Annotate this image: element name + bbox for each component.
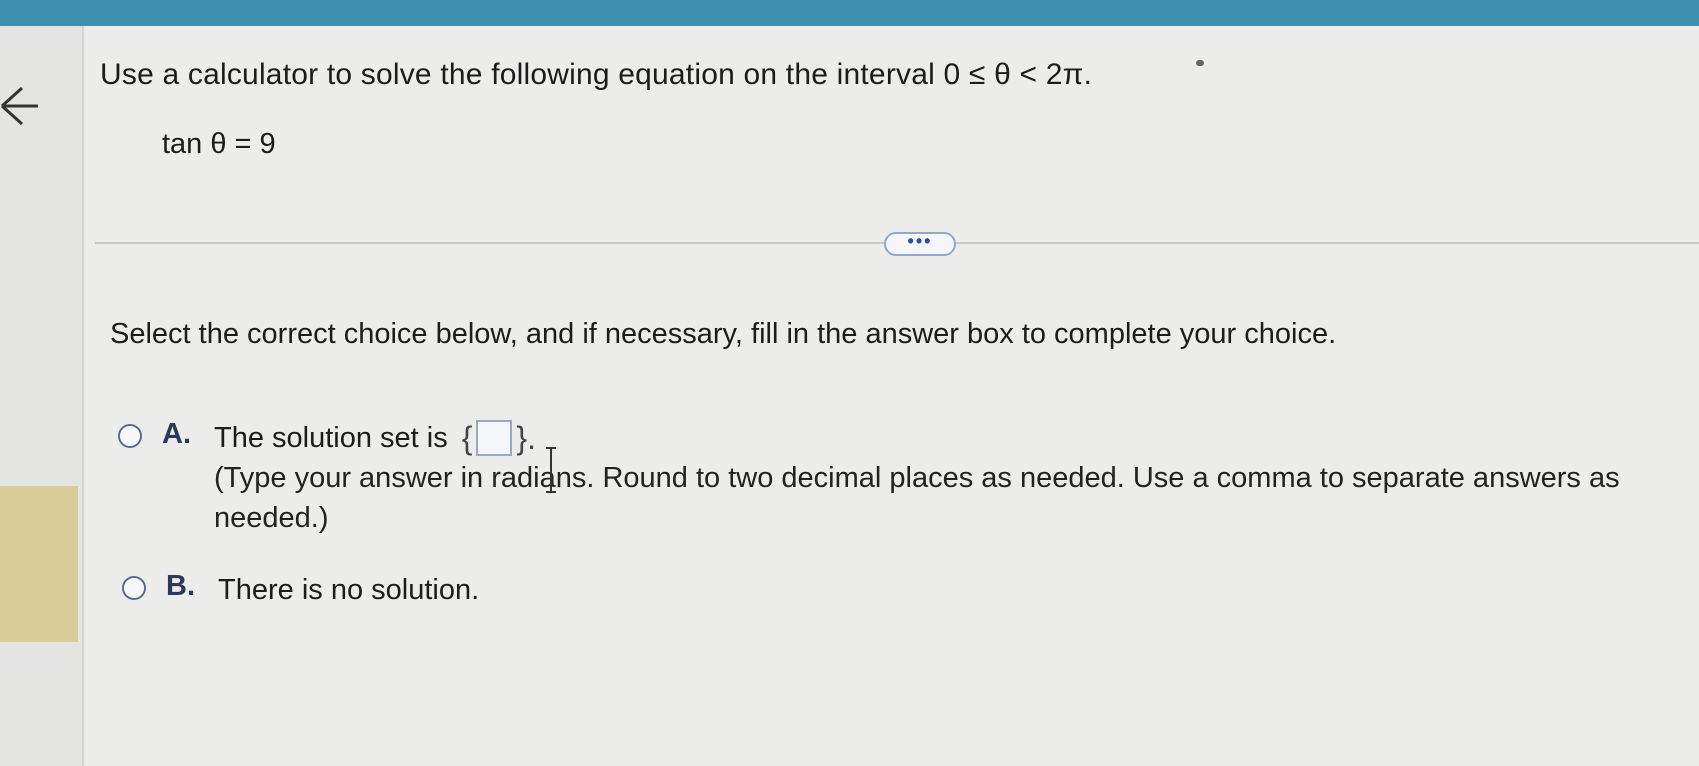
choice-b-text: There is no solution. [218,574,480,606]
screen-smudge [1196,60,1204,66]
ellipsis-icon: ••• [907,231,933,251]
instruction-text: Select the correct choice below, and if … [110,318,1337,350]
text-cursor-icon [546,447,556,493]
brace-close: }. [516,420,536,456]
question-panel [84,26,1699,766]
choice-b-radio[interactable] [122,576,146,600]
rail-highlight [0,486,78,642]
more-button[interactable]: ••• [884,232,956,256]
choice-a-line: The solution set is { }. [214,418,1674,458]
choice-b[interactable]: B. There is no solution. [122,570,479,610]
choice-a-hint: (Type your answer in radians. Round to t… [214,462,1620,534]
equation: tan θ = 9 [162,128,276,160]
brace-open: { [461,420,473,456]
choice-a-text: The solution set is [214,422,448,454]
choice-a-radio[interactable] [118,424,142,448]
top-bar [0,0,1699,26]
choice-b-letter: B. [166,570,195,602]
answer-input[interactable] [476,420,513,456]
back-arrow-icon[interactable] [0,82,40,130]
choice-a[interactable]: A. The solution set is { }. (Type your a… [118,418,1678,538]
choice-a-body: The solution set is { }. (Type your answ… [214,418,1674,538]
left-rail [0,26,84,766]
question-prompt: Use a calculator to solve the following … [100,58,1093,91]
choice-a-letter: A. [162,418,191,450]
